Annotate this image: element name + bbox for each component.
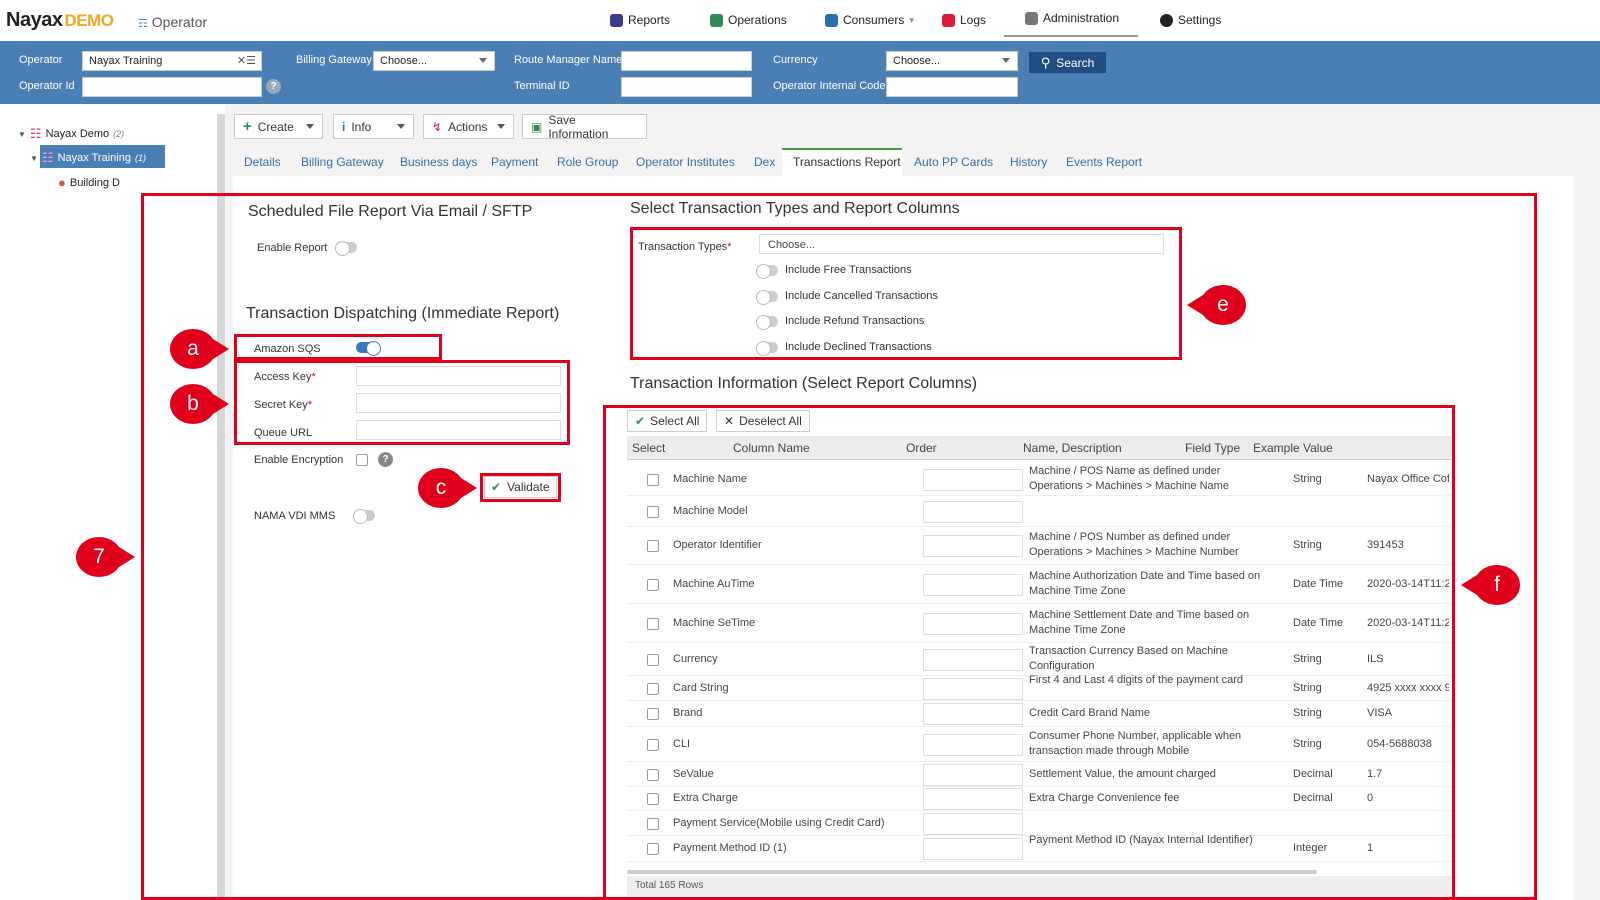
save-icon: ▣ (531, 119, 543, 134)
top-navigation: Nayax DEMO ☶ Operator Reports Operations … (0, 0, 1600, 40)
logs-icon (942, 13, 955, 27)
callout-f: f (1461, 565, 1520, 605)
consumers-icon (825, 13, 838, 27)
operator-id-input[interactable] (82, 77, 262, 97)
help-icon[interactable]: ? (266, 79, 281, 94)
filter-bar: Operator Nayax Training ✕☰ Operator Id ? … (0, 41, 1600, 104)
nav-operations[interactable]: Operations (710, 13, 787, 27)
active-nav-indicator (1004, 35, 1138, 37)
nav-settings[interactable]: Settings (1160, 13, 1221, 27)
tree-node-root[interactable]: ▼ ☷ Nayax Demo (2) (18, 126, 124, 142)
internal-code-input[interactable] (886, 77, 1018, 97)
tab-auto-pp-cards[interactable]: Auto PP Cards (914, 155, 993, 169)
annotation-box-c (480, 473, 561, 502)
plus-icon: + (243, 118, 252, 135)
hierarchy-icon: ☶ (138, 18, 148, 30)
tab-history[interactable]: History (1010, 155, 1047, 169)
tab-events-report[interactable]: Events Report (1066, 155, 1142, 169)
save-information-button[interactable]: ▣ Save Information (522, 113, 647, 141)
tab-operator-institutes[interactable]: Operator Institutes (636, 155, 735, 169)
expand-icon[interactable]: ▼ (18, 130, 26, 139)
annotation-box-f (603, 405, 1455, 900)
operations-icon (710, 13, 723, 27)
tab-payment[interactable]: Payment (491, 155, 538, 169)
chevron-down-icon: ▾ (909, 14, 914, 25)
gear-icon (1160, 13, 1173, 27)
chevron-down-icon (497, 124, 505, 133)
callout-7: 7 (76, 537, 135, 577)
nayax-logo[interactable]: Nayax DEMO (6, 9, 114, 32)
annotation-box-b (234, 360, 570, 445)
nav-reports[interactable]: Reports (610, 13, 670, 27)
tree-node-training[interactable]: ▼ ☷ Nayax Training (1) (30, 150, 146, 166)
context-label: ☶ Operator (138, 14, 208, 30)
tab-details[interactable]: Details (244, 155, 281, 169)
nav-logs[interactable]: Logs (942, 13, 986, 27)
info-button[interactable]: i Info (333, 114, 414, 139)
callout-c: c (418, 468, 477, 508)
chevron-down-icon (397, 124, 405, 133)
chart-icon (610, 13, 623, 27)
tab-role-group[interactable]: Role Group (557, 155, 618, 169)
annotation-box-a (234, 334, 442, 360)
billing-gateway-label: Billing Gateway (296, 54, 372, 66)
annotation-box-e (630, 227, 1182, 360)
tab-billing-gateway[interactable]: Billing Gateway (301, 155, 384, 169)
operator-input[interactable]: Nayax Training ✕☰ (82, 51, 262, 71)
operator-label: Operator (19, 54, 63, 66)
terminal-id-input[interactable] (621, 77, 752, 97)
nav-consumers[interactable]: Consumers ▾ (825, 13, 914, 27)
terminal-id-label: Terminal ID (514, 80, 570, 92)
route-manager-input[interactable] (621, 51, 752, 71)
tab-business-days[interactable]: Business days (400, 155, 477, 169)
billing-gateway-select[interactable]: Choose... (373, 51, 495, 71)
create-button[interactable]: + Create (234, 114, 323, 139)
location-pin-icon: ● (58, 175, 66, 190)
chevron-down-icon (306, 124, 314, 133)
callout-a: a (170, 329, 229, 369)
actions-button[interactable]: ↯ Actions (423, 114, 514, 139)
tab-dex[interactable]: Dex (754, 155, 775, 169)
tree-node-building[interactable]: ● Building D (58, 175, 120, 190)
org-icon: ☷ (29, 126, 42, 141)
operator-id-label: Operator Id (19, 80, 75, 92)
internal-code-label: Operator Internal Code (773, 80, 886, 92)
callout-e: e (1187, 285, 1246, 325)
search-button[interactable]: ⚲ Search (1029, 52, 1106, 73)
info-icon: i (342, 119, 346, 134)
lightning-icon: ↯ (432, 119, 443, 134)
clear-list-icon[interactable]: ✕☰ (237, 54, 256, 67)
search-icon: ⚲ (1040, 54, 1051, 70)
callout-b: b (170, 384, 229, 424)
currency-select[interactable]: Choose... (886, 51, 1018, 71)
tab-transactions-report[interactable]: Transactions Report (793, 155, 901, 169)
expand-icon[interactable]: ▼ (30, 154, 38, 163)
route-manager-label: Route Manager Name (514, 54, 623, 66)
admin-icon (1025, 11, 1038, 25)
nav-administration[interactable]: Administration (1025, 11, 1119, 25)
currency-label: Currency (773, 54, 818, 66)
org-icon: ☷ (41, 150, 54, 165)
